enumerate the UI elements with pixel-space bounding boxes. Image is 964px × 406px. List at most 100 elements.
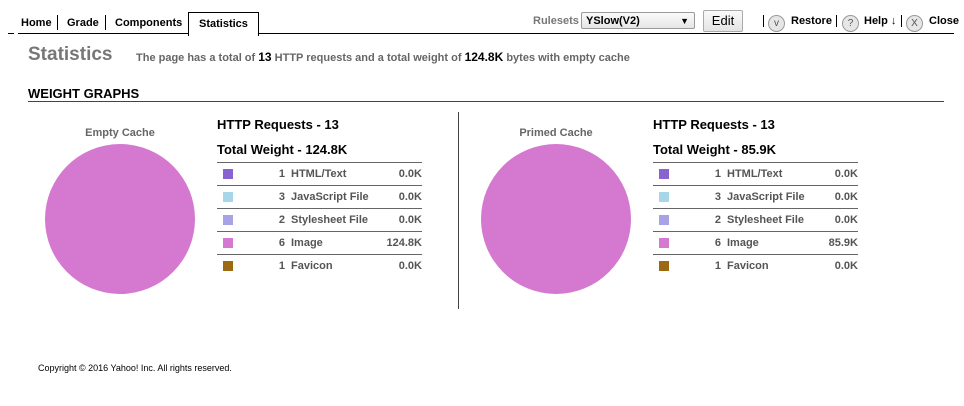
pie-slice-image: [45, 144, 195, 294]
table-row: 1 HTML/Text 0.0K: [217, 162, 422, 186]
section-title: WEIGHT GRAPHS: [28, 86, 140, 101]
table-row: 1 Favicon 0.0K: [653, 254, 858, 277]
tab-home[interactable]: Home: [11, 14, 62, 33]
cache-divider: [458, 112, 459, 309]
pie-label: Empty Cache: [85, 127, 155, 139]
component-size: 0.0K: [380, 208, 422, 232]
table-row: 3 JavaScript File 0.0K: [217, 185, 422, 209]
legend-swatch: [659, 238, 669, 249]
legend-swatch-cell: [217, 185, 241, 209]
table-row: 2 Stylesheet File 0.0K: [653, 208, 858, 232]
component-size: 0.0K: [380, 162, 422, 186]
primed-cache-stats: HTTP Requests - 13 Total Weight - 85.9K …: [653, 112, 858, 277]
total-weight-heading: Total Weight - 85.9K: [653, 142, 777, 157]
legend-swatch: [223, 261, 233, 272]
dropdown-arrow-icon: ▼: [680, 16, 689, 26]
component-count: 1: [241, 254, 291, 277]
legend-swatch: [659, 169, 669, 180]
legend-swatch: [223, 238, 233, 249]
page-title: Statistics: [28, 44, 113, 65]
component-size: 124.8K: [380, 231, 422, 255]
legend-swatch: [223, 215, 233, 226]
component-type: Image: [291, 231, 381, 255]
total-weight-heading: Total Weight - 124.8K: [217, 142, 348, 157]
component-type: Favicon: [291, 254, 381, 277]
summary-total-weight: 124.8K: [464, 50, 504, 64]
component-count: 2: [241, 208, 291, 232]
top-navigation: Home Grade Components Statistics Ruleset…: [0, 0, 964, 36]
summary-text-mid: HTTP requests and a total weight of: [274, 52, 462, 64]
component-type: Favicon: [727, 254, 823, 277]
legend-swatch-cell: [653, 208, 677, 232]
component-count: 6: [677, 231, 727, 255]
nav-stub-line: [8, 33, 14, 34]
edit-button[interactable]: Edit: [703, 10, 743, 32]
legend-swatch-cell: [653, 231, 677, 255]
summary-text-pre: The page has a total of: [136, 52, 256, 64]
legend-swatch-cell: [653, 185, 677, 209]
restore-icon[interactable]: v: [768, 15, 785, 32]
toolbar-separator: [836, 15, 837, 27]
empty-cache-pie-chart: [45, 144, 195, 294]
component-size: 0.0K: [380, 254, 422, 277]
component-type: JavaScript File: [291, 185, 381, 209]
summary-request-count: 13: [258, 50, 272, 64]
component-type: Stylesheet File: [291, 208, 381, 232]
page-summary: The page has a total of 13 HTTP requests…: [136, 50, 630, 64]
legend-swatch: [659, 215, 669, 226]
component-count: 6: [241, 231, 291, 255]
component-size: 0.0K: [822, 185, 858, 209]
http-requests-heading: HTTP Requests - 13: [653, 117, 775, 132]
component-count: 1: [677, 254, 727, 277]
pie-label: Primed Cache: [519, 127, 593, 139]
help-link[interactable]: Help ↓: [864, 15, 896, 27]
restore-link[interactable]: Restore: [791, 15, 832, 27]
component-type: Stylesheet File: [727, 208, 823, 232]
tab-components[interactable]: Components: [105, 14, 192, 33]
nav-baseline: [18, 33, 954, 34]
legend-swatch: [659, 261, 669, 272]
summary-text-post: bytes with empty cache: [506, 52, 630, 64]
legend-swatch-cell: [653, 162, 677, 186]
legend-swatch-cell: [217, 162, 241, 186]
component-table: 1 HTML/Text 0.0K 3 JavaScript File 0.0K 2 Style…: [653, 162, 858, 277]
component-type: HTML/Text: [291, 162, 381, 186]
table-row: 1 HTML/Text 0.0K: [653, 162, 858, 186]
component-size: 0.0K: [380, 185, 422, 209]
legend-swatch-cell: [217, 231, 241, 255]
component-count: 3: [677, 185, 727, 209]
component-size: 0.0K: [822, 208, 858, 232]
tab-grade[interactable]: Grade: [57, 14, 109, 33]
ruleset-selected-value: YSlow(V2): [586, 15, 640, 27]
legend-swatch: [223, 169, 233, 180]
component-type: JavaScript File: [727, 185, 823, 209]
component-size: 85.9K: [822, 231, 858, 255]
empty-cache-stats: HTTP Requests - 13 Total Weight - 124.8K…: [217, 112, 422, 277]
pie-slice-image: [481, 144, 631, 294]
http-requests-heading: HTTP Requests - 13: [217, 117, 339, 132]
legend-swatch: [659, 192, 669, 203]
table-row: 1 Favicon 0.0K: [217, 254, 422, 277]
rulesets-label: Rulesets: [533, 15, 579, 27]
close-icon[interactable]: X: [906, 15, 923, 32]
legend-swatch-cell: [217, 208, 241, 232]
ruleset-select[interactable]: YSlow(V2) ▼: [581, 12, 695, 29]
table-row: 6 Image 85.9K: [653, 231, 858, 255]
component-count: 2: [677, 208, 727, 232]
tab-statistics[interactable]: Statistics: [188, 12, 259, 36]
legend-swatch-cell: [217, 254, 241, 277]
help-icon[interactable]: ?: [842, 15, 859, 32]
table-row: 3 JavaScript File 0.0K: [653, 185, 858, 209]
component-size: 0.0K: [822, 162, 858, 186]
copyright-footer: Copyright © 2016 Yahoo! Inc. All rights …: [38, 363, 232, 373]
legend-swatch-cell: [653, 254, 677, 277]
component-type: HTML/Text: [727, 162, 823, 186]
component-table: 1 HTML/Text 0.0K 3 JavaScript File 0.0K 2 Style…: [217, 162, 422, 277]
component-count: 3: [241, 185, 291, 209]
section-divider: [28, 101, 944, 102]
legend-swatch: [223, 192, 233, 203]
primed-cache-pie-chart: [481, 144, 631, 294]
toolbar-separator: [763, 15, 764, 27]
component-count: 1: [677, 162, 727, 186]
close-link[interactable]: Close: [929, 15, 964, 27]
